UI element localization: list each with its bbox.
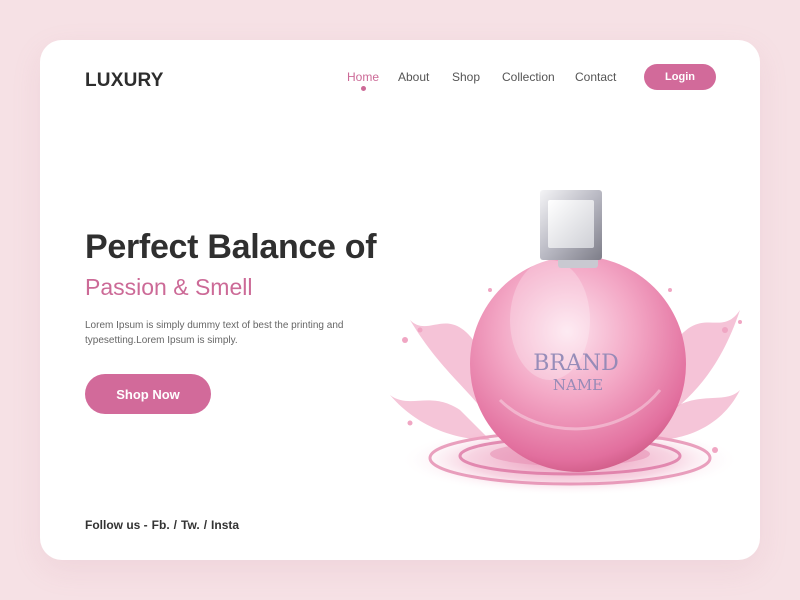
social-follow: Follow us - Fb. / Tw. / Insta <box>85 518 239 532</box>
hero-description: Lorem Ipsum is simply dummy text of best… <box>85 320 344 346</box>
bottle-cap-face <box>548 200 594 248</box>
droplet <box>722 327 728 333</box>
nav-collection[interactable]: Collection <box>502 70 555 84</box>
nav-shop[interactable]: Shop <box>452 70 480 84</box>
instagram-link[interactable]: Insta <box>211 518 239 532</box>
perfume-illustration: BRAND NAME <box>370 140 750 500</box>
bottle-label-name: NAME <box>553 376 603 394</box>
nav-about[interactable]: About <box>398 70 429 84</box>
facebook-link[interactable]: Fb. <box>152 518 170 532</box>
separator: / <box>203 518 208 532</box>
nav-contact[interactable]: Contact <box>575 70 616 84</box>
nav-shop-label: Shop <box>452 70 481 84</box>
perfume-bottle-image: BRAND NAME <box>390 190 742 496</box>
droplet <box>668 288 672 292</box>
droplet <box>488 288 492 292</box>
separator: / <box>173 518 178 532</box>
droplet <box>738 320 742 324</box>
shop-now-button[interactable]: Shop Now <box>85 374 211 414</box>
landing-card: LUXURY Home About Shop Collection Contac… <box>40 40 760 560</box>
splash <box>390 395 490 440</box>
hero-title: Perfect Balance of <box>85 228 377 266</box>
login-button[interactable]: Login <box>644 64 716 90</box>
droplet <box>417 327 423 333</box>
nav-home[interactable]: Home <box>347 70 380 91</box>
follow-prefix: Follow us - <box>85 518 148 532</box>
nav-home-label: Home <box>347 70 380 84</box>
bottle-label-brand: BRAND <box>533 351 619 376</box>
droplet <box>402 337 408 343</box>
twitter-link[interactable]: Tw. <box>181 518 200 532</box>
nav-about-label: About <box>398 70 430 84</box>
droplet <box>407 420 413 426</box>
nav-collection-label: Collection <box>502 70 555 84</box>
nav-contact-label: Contact <box>575 70 617 84</box>
hero-subtitle: Passion & Smell <box>85 274 253 300</box>
active-indicator-dot <box>360 86 366 91</box>
brand-logo[interactable]: LUXURY <box>85 70 164 92</box>
droplet <box>712 447 718 453</box>
